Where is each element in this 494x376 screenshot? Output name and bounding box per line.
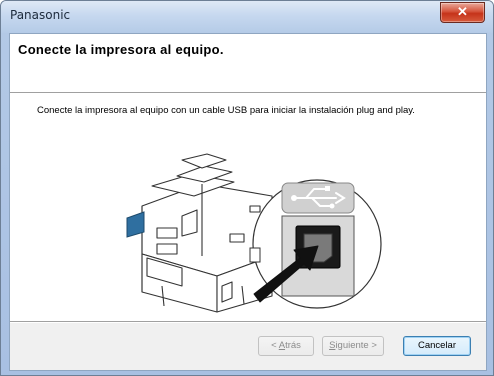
back-button-label: trás — [285, 340, 301, 351]
window-title: Panasonic — [10, 8, 71, 22]
wizard-body: Conecte la impresora al equipo con un ca… — [10, 94, 486, 324]
wizard-header: Conecte la impresora al equipo. — [10, 34, 486, 92]
installer-window: Panasonic ✕ Conecte la impresora al equi… — [0, 0, 494, 376]
back-button-prefix: < — [271, 340, 279, 351]
close-icon: ✕ — [457, 4, 468, 19]
printer-usb-illustration — [126, 153, 382, 313]
title-bar[interactable]: Panasonic ✕ — [1, 1, 493, 33]
close-button[interactable]: ✕ — [440, 2, 485, 23]
tray-accent — [126, 211, 145, 238]
cancel-button[interactable]: Cancelar — [403, 336, 471, 356]
next-button[interactable]: Siguiente > — [322, 336, 384, 356]
printer-graphic — [141, 153, 273, 313]
dialog-client-area: Conecte la impresora al equipo. Conecte … — [9, 33, 487, 371]
back-button[interactable]: < Atrás — [258, 336, 314, 356]
page-title: Conecte la impresora al equipo. — [18, 42, 224, 57]
instruction-text: Conecte la impresora al equipo con un ca… — [37, 105, 415, 116]
button-bar: < Atrás Siguiente > Cancelar — [10, 323, 486, 370]
next-button-label: iguiente > — [335, 340, 377, 351]
